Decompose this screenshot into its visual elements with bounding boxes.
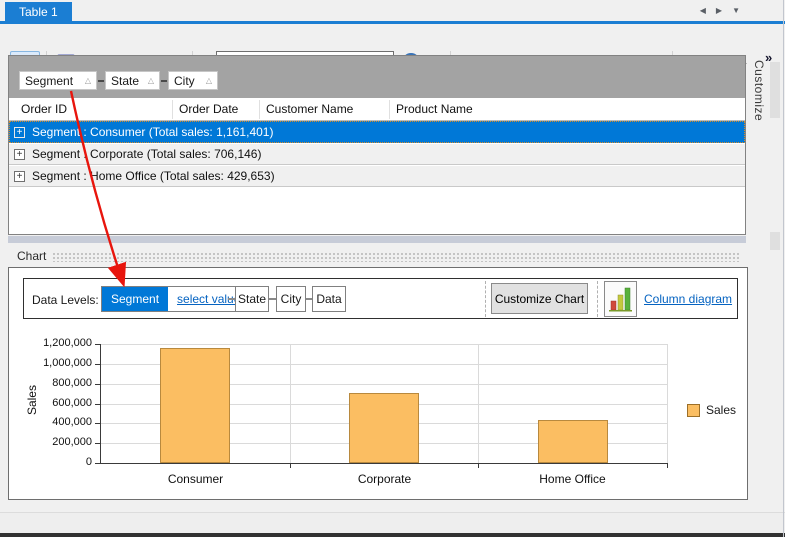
x-axis-category-label: Home Office [478,472,667,486]
x-axis-category-label: Corporate [290,472,479,486]
data-level-city[interactable]: City [276,286,306,312]
expand-icon[interactable]: + [14,171,25,182]
gridline [290,344,291,463]
bar-corporate[interactable] [349,393,419,463]
column-separator [389,100,390,119]
bar-home-office[interactable] [538,420,608,463]
gridline [478,344,479,463]
group-button-state[interactable]: State △ [105,71,160,90]
legend-swatch [687,404,700,417]
tab-bar: Table 1 ◀ ▶ ▼ [0,0,785,24]
group-by-panel: Segment △ State △ City △ [9,56,745,98]
sort-ascending-icon: △ [148,76,154,85]
group-connector [98,80,104,82]
x-axis-tick [290,463,291,468]
tab-nav: ◀ ▶ ▼ [700,6,740,15]
level-connector [228,298,235,300]
table-horizontal-scrollbar[interactable] [8,236,746,243]
y-axis-tick-label: 0 [9,456,92,468]
column-header-row: Order ID Order Date Customer Name Produc… [9,98,745,121]
toolbar: Apply layout Find A Print preview PDF Ex… [0,24,785,55]
app-window: Table 1 ◀ ▶ ▼ [0,0,785,537]
gridline [101,344,667,345]
group-button-segment[interactable]: Segment △ [19,71,97,90]
chart-legend: Sales [687,403,736,417]
tab-label: Table 1 [19,5,58,19]
y-axis-tick [95,423,100,424]
tab-menu-icon[interactable]: ▼ [732,6,740,15]
group-row-label: Segment : Home Office (Total sales: 429,… [32,169,275,183]
y-axis-tick-label: 800,000 [9,377,92,389]
chart-plot: 0200,000400,000600,000800,0001,000,0001,… [101,344,667,463]
y-axis-tick [95,404,100,405]
chart-section-label: Chart [17,249,46,263]
y-axis-tick-label: 400,000 [9,416,92,428]
x-axis-line [100,463,668,464]
window-right-edge [783,0,784,537]
customize-tab-scrollbar[interactable] [770,232,780,250]
status-bar [0,512,785,533]
x-axis-tick [478,463,479,468]
group-row-label: Segment : Corporate (Total sales: 706,14… [32,147,261,161]
x-axis-category-label: Consumer [101,472,290,486]
y-axis-tick [95,443,100,444]
level-connector [269,298,276,300]
expand-icon[interactable]: + [14,127,25,138]
group-connector [161,80,167,82]
chart-panel: Data Levels: Segment select value State … [8,267,748,500]
customize-chart-button[interactable]: Customize Chart [491,283,588,314]
group-row-consumer[interactable]: + Segment : Consumer (Total sales: 1,161… [9,121,745,143]
column-separator [259,100,260,119]
column-diagram-link[interactable]: Column diagram [644,292,732,306]
data-level-data[interactable]: Data [312,286,346,312]
group-button-city[interactable]: City △ [168,71,218,90]
dashed-separator [485,281,486,317]
column-header-order-id[interactable]: Order ID [21,102,67,116]
y-axis-tick [95,364,100,365]
sort-ascending-icon: △ [85,76,91,85]
y-axis-tick-label: 1,000,000 [9,357,92,369]
y-axis-tick [95,463,100,464]
column-header-order-date[interactable]: Order Date [179,102,238,116]
column-header-customer-name[interactable]: Customer Name [266,102,353,116]
bar-consumer[interactable] [160,348,230,463]
y-axis-tick-label: 200,000 [9,436,92,448]
column-separator [172,100,173,119]
table-panel: Segment △ State △ City △ Order ID Order … [8,55,746,235]
group-row-home-office[interactable]: + Segment : Home Office (Total sales: 42… [9,165,745,187]
tab-scroll-left-icon[interactable]: ◀ [700,6,706,15]
window-bottom-edge [0,533,785,537]
group-row-corporate[interactable]: + Segment : Corporate (Total sales: 706,… [9,143,745,165]
data-level-state[interactable]: State [235,286,269,312]
dashed-separator [597,281,598,317]
tab-table-1[interactable]: Table 1 [5,2,72,22]
customize-tab[interactable]: Customize [752,60,766,121]
sort-ascending-icon: △ [206,76,212,85]
diagram-type-button[interactable] [604,281,637,317]
tab-scroll-right-icon[interactable]: ▶ [716,6,722,15]
y-axis-tick [95,344,100,345]
x-axis-tick [667,463,668,468]
customize-tab-scrollbar[interactable] [770,62,780,118]
column-diagram-icon [609,286,632,312]
expand-icon[interactable]: + [14,149,25,160]
y-axis-tick-label: 1,200,000 [9,337,92,349]
data-levels-bar: Data Levels: Segment select value State … [23,278,738,319]
legend-label: Sales [706,403,736,417]
gridline [667,344,668,463]
data-levels-label: Data Levels: [32,293,99,307]
y-axis-tick [95,384,100,385]
column-header-product-name[interactable]: Product Name [396,102,473,116]
group-row-label: Segment : Consumer (Total sales: 1,161,4… [32,125,273,139]
chart-splitter-texture[interactable] [52,252,740,262]
data-level-segment[interactable]: Segment [102,287,168,311]
y-axis-tick-label: 600,000 [9,397,92,409]
